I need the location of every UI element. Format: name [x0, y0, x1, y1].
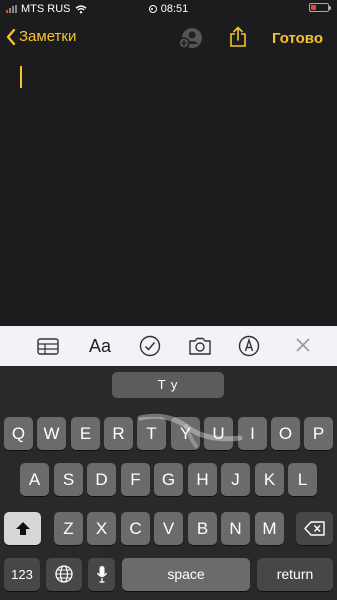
- key-z[interactable]: Z: [54, 512, 83, 545]
- done-button[interactable]: Готово: [272, 30, 323, 47]
- time-label: 08:51: [160, 3, 189, 15]
- format-toolbar: Aa: [0, 326, 337, 366]
- battery-icon: [309, 3, 331, 12]
- key-h[interactable]: H: [188, 463, 217, 496]
- key-g[interactable]: G: [154, 463, 183, 496]
- markup-icon[interactable]: [238, 335, 260, 357]
- back-label: Заметки: [19, 28, 77, 45]
- status-bar: MTS RUS 08:51: [0, 0, 337, 18]
- delete-icon: [303, 521, 325, 536]
- delete-key[interactable]: [296, 512, 333, 545]
- nav-bar: Заметки Готово: [0, 22, 337, 56]
- camera-icon[interactable]: [188, 337, 212, 355]
- return-key[interactable]: return: [257, 558, 333, 591]
- text-cursor: [20, 66, 22, 88]
- key-w[interactable]: W: [37, 417, 66, 450]
- key-i[interactable]: I: [238, 417, 267, 450]
- numbers-key[interactable]: 123: [4, 558, 40, 591]
- key-v[interactable]: V: [154, 512, 183, 545]
- shift-icon: [15, 522, 30, 535]
- collaborator-icon[interactable]: [178, 27, 204, 49]
- table-icon[interactable]: [37, 338, 59, 355]
- key-j[interactable]: J: [221, 463, 250, 496]
- key-a[interactable]: A: [20, 463, 49, 496]
- key-r[interactable]: R: [104, 417, 133, 450]
- key-p[interactable]: P: [304, 417, 333, 450]
- key-y[interactable]: Y: [171, 417, 200, 450]
- format-button[interactable]: Aa: [89, 336, 111, 357]
- mic-icon: [96, 566, 107, 583]
- key-c[interactable]: C: [121, 512, 150, 545]
- key-x[interactable]: X: [87, 512, 116, 545]
- share-icon[interactable]: [229, 26, 247, 48]
- key-f[interactable]: F: [121, 463, 150, 496]
- key-s[interactable]: S: [54, 463, 83, 496]
- suggestion-bar[interactable]: T y: [112, 372, 224, 398]
- close-icon[interactable]: [296, 338, 310, 352]
- key-m[interactable]: M: [255, 512, 284, 545]
- key-d[interactable]: D: [87, 463, 116, 496]
- globe-icon: [55, 565, 73, 583]
- record-icon: [148, 5, 157, 13]
- keyboard: T y Q W E R T Y U I O P A S D F G H J K …: [0, 366, 337, 600]
- status-time: 08:51: [0, 3, 337, 15]
- key-l[interactable]: L: [288, 463, 317, 496]
- note-editor[interactable]: [0, 58, 337, 326]
- checklist-icon[interactable]: [139, 335, 161, 357]
- chevron-left-icon: [6, 28, 16, 45]
- key-o[interactable]: O: [271, 417, 300, 450]
- key-n[interactable]: N: [221, 512, 250, 545]
- space-key[interactable]: space: [122, 558, 250, 591]
- key-u[interactable]: U: [204, 417, 233, 450]
- key-e[interactable]: E: [71, 417, 100, 450]
- mic-key[interactable]: [88, 558, 115, 591]
- shift-key[interactable]: [4, 512, 41, 545]
- key-q[interactable]: Q: [4, 417, 33, 450]
- globe-key[interactable]: [46, 558, 82, 591]
- back-button[interactable]: Заметки: [6, 28, 76, 45]
- key-t[interactable]: T: [137, 417, 166, 450]
- key-b[interactable]: B: [188, 512, 217, 545]
- key-k[interactable]: K: [255, 463, 284, 496]
